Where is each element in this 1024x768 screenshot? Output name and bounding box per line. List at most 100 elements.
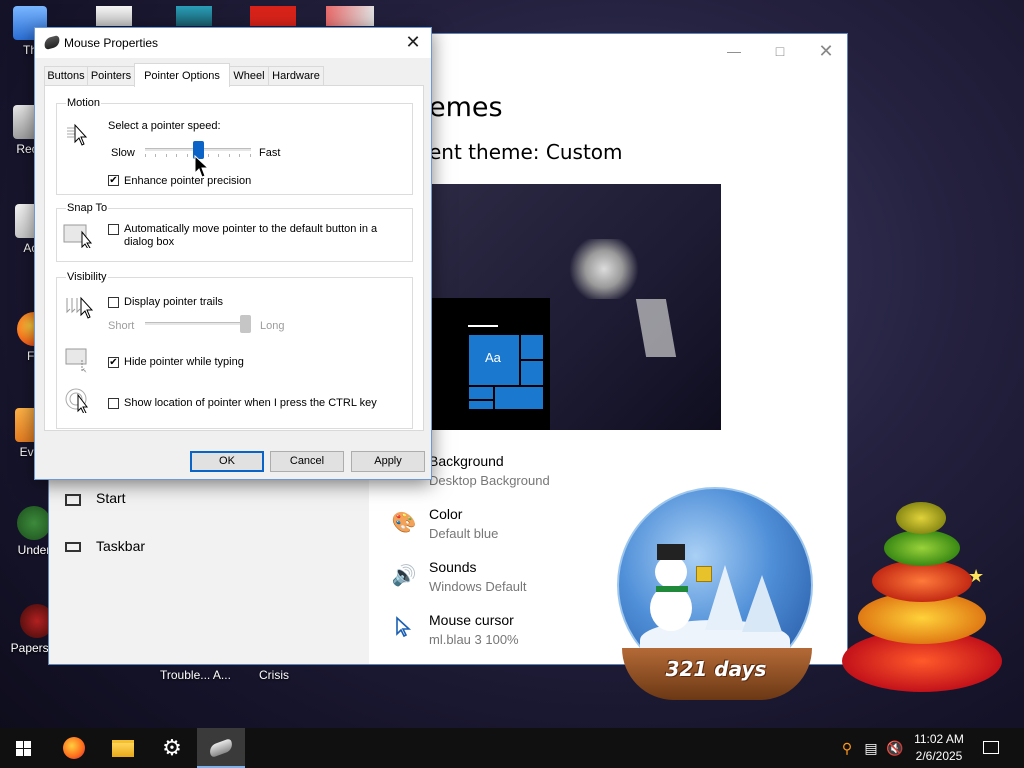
show-location-label[interactable]: Show location of pointer when I press th… xyxy=(124,397,377,409)
settings-icon: ⚙ xyxy=(162,735,182,760)
group-title: Motion xyxy=(66,97,102,109)
ok-button[interactable]: OK xyxy=(190,451,264,472)
windows-logo-icon xyxy=(16,741,32,756)
taskbar-settings[interactable]: ⚙ xyxy=(148,728,196,768)
days-counter: 321 days xyxy=(665,657,767,681)
clock-time: 11:02 AM xyxy=(914,732,964,746)
pointer-speed-icon xyxy=(67,123,88,146)
hide-pointer-checkbox[interactable]: ✔ xyxy=(108,357,119,368)
start-icon xyxy=(65,494,81,506)
trail-length-thumb xyxy=(240,315,251,333)
desktop-icon-label[interactable]: Crisis xyxy=(259,668,289,682)
preview-tile: Aa xyxy=(469,335,519,385)
pointer-options-page: Motion Select a pointer speed: Slow Fast… xyxy=(44,85,424,431)
mouse-icon xyxy=(207,738,235,758)
sidebar-item-label: Taskbar xyxy=(96,538,146,554)
snowman-scarf xyxy=(656,586,688,592)
slider-tick xyxy=(187,154,188,157)
snap-to-label-line2[interactable]: dialog box xyxy=(124,236,174,248)
apply-button[interactable]: Apply xyxy=(351,451,425,472)
slider-track xyxy=(145,322,245,325)
sidebar-item-start[interactable]: Start xyxy=(65,487,345,517)
hide-pointer-label[interactable]: Hide pointer while typing xyxy=(124,356,244,368)
short-label: Short xyxy=(108,320,135,332)
slider-tick xyxy=(155,154,156,157)
firefox-icon xyxy=(63,737,85,759)
preview-tile xyxy=(521,335,543,359)
show-location-icon xyxy=(65,388,88,413)
show-location-checkbox[interactable] xyxy=(108,398,119,409)
setting-background[interactable]: Background Desktop Background xyxy=(389,449,689,493)
tab-buttons[interactable]: Buttons xyxy=(44,66,88,86)
desktop-icon-top-1[interactable] xyxy=(96,6,132,26)
network-icon: ▤ xyxy=(864,740,878,756)
minimize-button[interactable]: — xyxy=(711,36,757,66)
snowy-trees-icon xyxy=(705,565,782,632)
tab-hardware[interactable]: Hardware xyxy=(268,66,324,86)
snap-to-label[interactable]: Automatically move pointer to the defaul… xyxy=(124,223,377,235)
preview-bar xyxy=(468,325,498,327)
dialog-close-button[interactable]: ✕ xyxy=(401,31,425,55)
mouse-properties-dialog: Mouse Properties ✕ Buttons Pointers Poin… xyxy=(34,27,432,480)
taskbar-clock[interactable]: 11:02 AM 2/6/2025 xyxy=(903,731,975,765)
taskbar-mouse-properties[interactable] xyxy=(197,728,245,768)
long-label: Long xyxy=(260,320,285,332)
setting-value: Desktop Background xyxy=(429,473,550,488)
page-title: emes xyxy=(429,92,503,123)
setting-value: Windows Default xyxy=(429,579,527,594)
start-button[interactable] xyxy=(0,728,48,768)
desktop-icon-top-3[interactable] xyxy=(250,6,296,26)
desktop-icon-top-2[interactable] xyxy=(176,6,212,26)
snap-to-checkbox[interactable] xyxy=(108,224,119,235)
pointer-trails-checkbox[interactable] xyxy=(108,297,119,308)
slider-tick xyxy=(250,154,251,157)
pointer-trails-label[interactable]: Display pointer trails xyxy=(124,296,223,308)
enhance-precision-label[interactable]: Enhance pointer precision xyxy=(124,175,251,187)
pointer-speed-prompt: Select a pointer speed: xyxy=(108,120,221,132)
cursor-icon xyxy=(391,616,417,642)
desktop-icon-top-4[interactable] xyxy=(326,6,374,26)
tab-wheel[interactable]: Wheel xyxy=(229,66,269,86)
visibility-group: Visibility Display pointer trails Short … xyxy=(56,271,413,429)
taskbar-firefox[interactable] xyxy=(50,728,98,768)
dialog-titlebar[interactable]: Mouse Properties ✕ xyxy=(35,28,431,58)
mouse-icon xyxy=(42,35,62,50)
setting-title: Sounds xyxy=(429,559,477,575)
preview-tile xyxy=(469,387,493,399)
tray-search[interactable]: ⚲ xyxy=(836,728,858,768)
setting-value: Default blue xyxy=(429,526,499,541)
gift-icon xyxy=(696,566,712,582)
enhance-precision-checkbox[interactable]: ✔ xyxy=(108,175,119,186)
group-title: Visibility xyxy=(66,271,108,283)
slider-tick xyxy=(218,154,219,157)
slider-tick xyxy=(239,154,240,157)
setting-title: Color xyxy=(429,506,463,522)
theme-preview: Aa xyxy=(429,184,721,430)
tab-pointer-options[interactable]: Pointer Options xyxy=(134,63,230,87)
tray-network[interactable]: ▤ xyxy=(860,728,882,768)
notification-center-button[interactable] xyxy=(976,728,1006,768)
preview-wallpaper xyxy=(569,239,639,299)
fast-label: Fast xyxy=(259,147,281,159)
sidebar-item-taskbar[interactable]: Taskbar xyxy=(65,535,345,565)
desktop-icon-label[interactable]: Trouble... A... xyxy=(160,668,231,682)
slider-tick xyxy=(166,154,167,157)
trail-length-slider xyxy=(145,314,251,336)
setting-title: Mouse cursor xyxy=(429,612,514,628)
setting-value: ml.blau 3 100% xyxy=(429,632,519,647)
slider-tick xyxy=(176,154,177,157)
preview-start-menu: Aa xyxy=(429,298,550,430)
maximize-button[interactable]: □ xyxy=(757,36,803,66)
star-icon: ★ xyxy=(968,566,985,586)
snowman-hat xyxy=(657,544,685,560)
taskbar-file-explorer[interactable] xyxy=(99,728,147,768)
preview-tile xyxy=(521,361,543,385)
tab-pointers[interactable]: Pointers xyxy=(87,66,135,86)
preview-tile xyxy=(495,387,543,409)
close-button[interactable]: ✕ xyxy=(803,36,849,66)
snap-to-group: Snap To Automatically move pointer to th… xyxy=(56,202,413,262)
motion-group: Motion Select a pointer speed: Slow Fast… xyxy=(56,97,413,195)
speaker-icon: 🔊 xyxy=(391,565,417,587)
cancel-button[interactable]: Cancel xyxy=(270,451,344,472)
file-explorer-icon xyxy=(112,740,134,757)
